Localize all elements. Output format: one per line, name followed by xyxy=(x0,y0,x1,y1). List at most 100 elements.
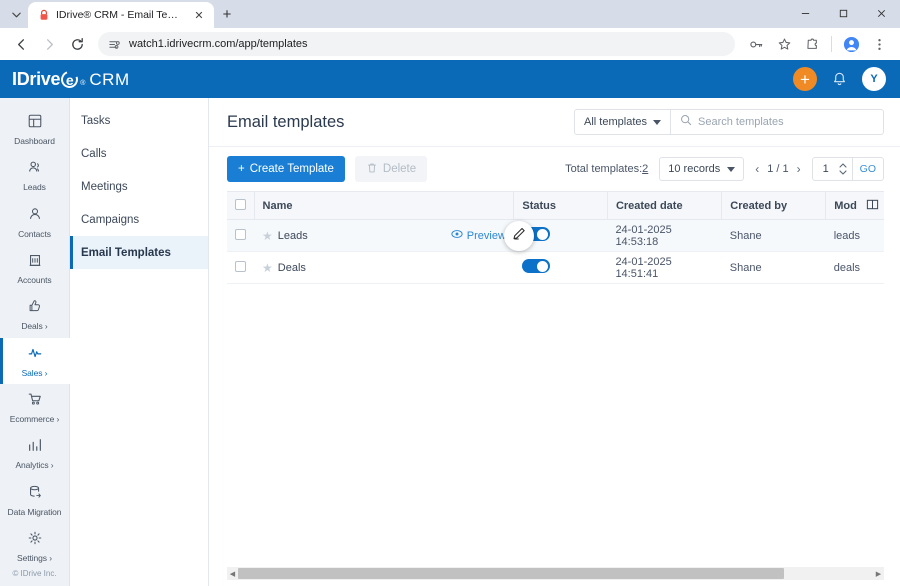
star-icon[interactable]: ★ xyxy=(262,229,273,243)
row-checkbox[interactable] xyxy=(235,260,246,272)
preview-link[interactable]: Preview xyxy=(451,228,506,243)
logo-e-mark: e xyxy=(58,68,82,91)
scroll-left-arrow[interactable]: ◀ xyxy=(227,567,238,580)
plus-icon: + xyxy=(238,163,245,175)
pagination-controls: Total templates:2 10 records ‹ 1 / 1 › 1… xyxy=(565,157,884,181)
subnav-item-campaigns[interactable]: Campaigns xyxy=(70,203,208,236)
row-status-cell xyxy=(513,251,608,284)
leads-icon xyxy=(27,159,43,180)
puzzle-icon[interactable] xyxy=(799,31,825,57)
bell-icon[interactable] xyxy=(831,71,848,88)
column-header-name[interactable]: Name xyxy=(253,191,514,220)
deals-icon xyxy=(27,298,43,319)
idrive-crm-logo[interactable]: IDrive e ® CRM xyxy=(12,68,130,91)
back-button[interactable] xyxy=(8,31,34,57)
goto-page-control: 1 GO xyxy=(811,157,884,181)
sidebar-item-sales[interactable]: Sales › xyxy=(0,337,70,385)
header-actions: + Y xyxy=(793,67,886,91)
main-content: Email templates All templates Search tem… xyxy=(209,98,900,586)
template-filter-dropdown[interactable]: All templates xyxy=(575,110,671,134)
create-template-label: Create Template xyxy=(249,163,334,175)
records-per-page-dropdown[interactable]: 10 records xyxy=(659,157,745,181)
goto-page-input[interactable]: 1 xyxy=(813,163,839,175)
profile-icon[interactable] xyxy=(838,31,864,57)
sidebar-item-label: Leads xyxy=(23,182,46,193)
idrive-lock-favicon xyxy=(37,9,50,22)
sidebar-item-settings[interactable]: Settings › xyxy=(0,523,70,569)
row-created-by: Shane xyxy=(721,251,826,284)
key-icon[interactable] xyxy=(743,31,769,57)
subnav-item-tasks[interactable]: Tasks xyxy=(70,104,208,137)
sidebar-item-deals[interactable]: Deals › xyxy=(0,291,70,337)
subnav-item-email-templates[interactable]: Email Templates xyxy=(70,236,208,269)
sidebar-item-ecommerce[interactable]: Ecommerce › xyxy=(0,384,70,430)
avatar[interactable]: Y xyxy=(862,67,886,91)
page-title: Email templates xyxy=(227,112,345,131)
quick-add-button[interactable]: + xyxy=(793,67,817,91)
app-header: IDrive e ® CRM + Y xyxy=(0,60,900,98)
scrollbar-track[interactable] xyxy=(238,567,873,580)
sidebar-item-label: Deals › xyxy=(21,321,48,332)
search-input[interactable] xyxy=(698,116,874,128)
analytics-icon xyxy=(27,437,43,458)
sidebar-item-accounts[interactable]: Accounts xyxy=(0,245,70,291)
new-tab-button[interactable]: + xyxy=(214,1,240,27)
sidebar-item-contacts[interactable]: Contacts xyxy=(0,199,70,245)
trash-icon xyxy=(366,162,378,177)
create-template-button[interactable]: + Create Template xyxy=(227,156,345,182)
column-header-created-date[interactable]: Created date xyxy=(606,191,722,220)
go-button[interactable]: GO xyxy=(851,158,883,180)
table-header-row: Name Status Created date Created by Mod xyxy=(227,191,884,220)
delete-button[interactable]: Delete xyxy=(354,156,428,182)
row-created-by: Shane xyxy=(721,219,826,252)
primary-sidebar: Dashboard Leads Contacts Accounts Deals … xyxy=(0,98,70,586)
table-row[interactable]: ★ Leads Preview 24-01-2025 14:53:18 Shan… xyxy=(227,219,884,252)
contacts-icon xyxy=(27,206,43,227)
three-dot-menu-icon[interactable] xyxy=(866,31,892,57)
star-icon[interactable] xyxy=(771,31,797,57)
template-name[interactable]: Leads xyxy=(278,230,308,242)
window-close-button[interactable] xyxy=(862,0,900,26)
subnav-item-meetings[interactable]: Meetings xyxy=(70,170,208,203)
window-maximize-button[interactable] xyxy=(824,0,862,26)
browser-tab[interactable]: IDrive® CRM - Email Templates ✕ xyxy=(28,2,214,28)
logo-text: IDrive xyxy=(12,68,61,89)
column-header-status[interactable]: Status xyxy=(513,191,608,220)
tab-search-button[interactable] xyxy=(4,2,28,26)
template-name[interactable]: Deals xyxy=(278,262,306,274)
column-header-mod-label: Mod xyxy=(834,199,857,212)
search-box[interactable] xyxy=(671,110,883,134)
row-created-date: 24-01-2025 14:53:18 xyxy=(607,219,722,252)
subnav-item-calls[interactable]: Calls xyxy=(70,137,208,170)
column-header-mod[interactable]: Mod xyxy=(825,191,884,220)
select-all-checkbox[interactable] xyxy=(235,198,246,210)
forward-button[interactable] xyxy=(36,31,62,57)
sidebar-item-leads[interactable]: Leads xyxy=(0,152,70,198)
next-page-button[interactable]: › xyxy=(797,162,801,176)
chevron-down-icon xyxy=(727,166,736,172)
column-header-created-by[interactable]: Created by xyxy=(721,191,826,220)
sidebar-item-data-migration[interactable]: Data Migration xyxy=(0,477,70,523)
tab-close-icon[interactable]: ✕ xyxy=(192,8,206,22)
horizontal-scrollbar[interactable]: ◀ ▶ xyxy=(227,567,884,580)
column-chooser-icon[interactable] xyxy=(866,198,879,214)
site-settings-icon[interactable] xyxy=(108,38,121,51)
window-minimize-button[interactable] xyxy=(786,0,824,26)
address-bar-url: watch1.idrivecrm.com/app/templates xyxy=(129,38,308,50)
row-checkbox[interactable] xyxy=(235,228,246,240)
status-toggle[interactable] xyxy=(521,259,550,273)
table-row[interactable]: ★ Deals 24-01-2025 14:51:41 Shane deals xyxy=(227,251,884,284)
page-stepper[interactable] xyxy=(839,163,852,175)
template-filter-value: All templates xyxy=(584,116,647,128)
edit-template-button[interactable] xyxy=(503,220,534,251)
browser-tab-title: IDrive® CRM - Email Templates xyxy=(56,9,186,21)
scroll-right-arrow[interactable]: ▶ xyxy=(873,567,884,580)
sidebar-item-dashboard[interactable]: Dashboard xyxy=(0,106,70,152)
prev-page-button[interactable]: ‹ xyxy=(755,162,759,176)
secondary-sidebar: Tasks Calls Meetings Campaigns Email Tem… xyxy=(70,98,209,586)
sidebar-item-analytics[interactable]: Analytics › xyxy=(0,430,70,476)
address-bar[interactable]: watch1.idrivecrm.com/app/templates xyxy=(98,32,735,56)
scrollbar-thumb[interactable] xyxy=(238,568,785,579)
reload-button[interactable] xyxy=(64,31,90,57)
star-icon[interactable]: ★ xyxy=(262,261,273,275)
